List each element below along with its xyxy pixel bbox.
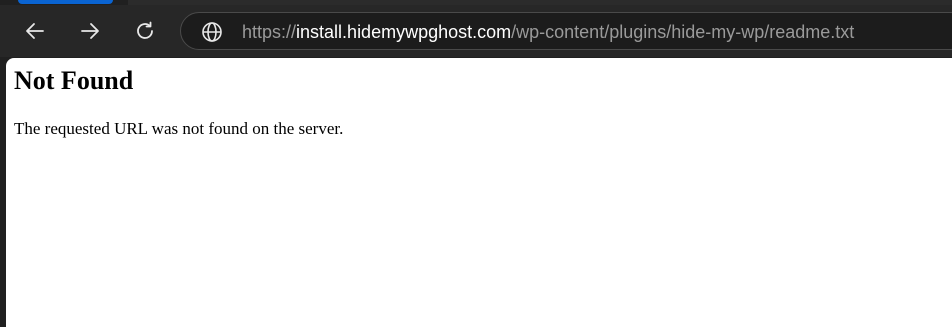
arrow-left-icon	[26, 23, 44, 39]
page-content: Not Found The requested URL was not foun…	[6, 58, 952, 327]
url-path: /wp-content/plugins/hide-my-wp/readme.tx…	[511, 22, 855, 42]
address-bar[interactable]: https://install.hidemywpghost.com/wp-con…	[180, 12, 952, 50]
reload-button[interactable]	[129, 15, 161, 47]
page-title: Not Found	[14, 66, 134, 95]
reload-icon	[137, 21, 153, 39]
globe-icon[interactable]	[201, 21, 223, 43]
error-message: The requested URL was not found on the s…	[14, 119, 344, 138]
active-tab-indicator[interactable]	[18, 0, 113, 4]
arrow-right-icon	[81, 23, 99, 39]
browser-toolbar: https://install.hidemywpghost.com/wp-con…	[0, 5, 952, 57]
url-text[interactable]: https://install.hidemywpghost.com/wp-con…	[242, 21, 854, 43]
url-scheme: https://	[242, 22, 297, 42]
back-button[interactable]	[19, 15, 51, 47]
browser-window: https://install.hidemywpghost.com/wp-con…	[0, 0, 952, 327]
forward-button[interactable]	[74, 15, 106, 47]
url-host: install.hidemywpghost.com	[296, 22, 512, 42]
